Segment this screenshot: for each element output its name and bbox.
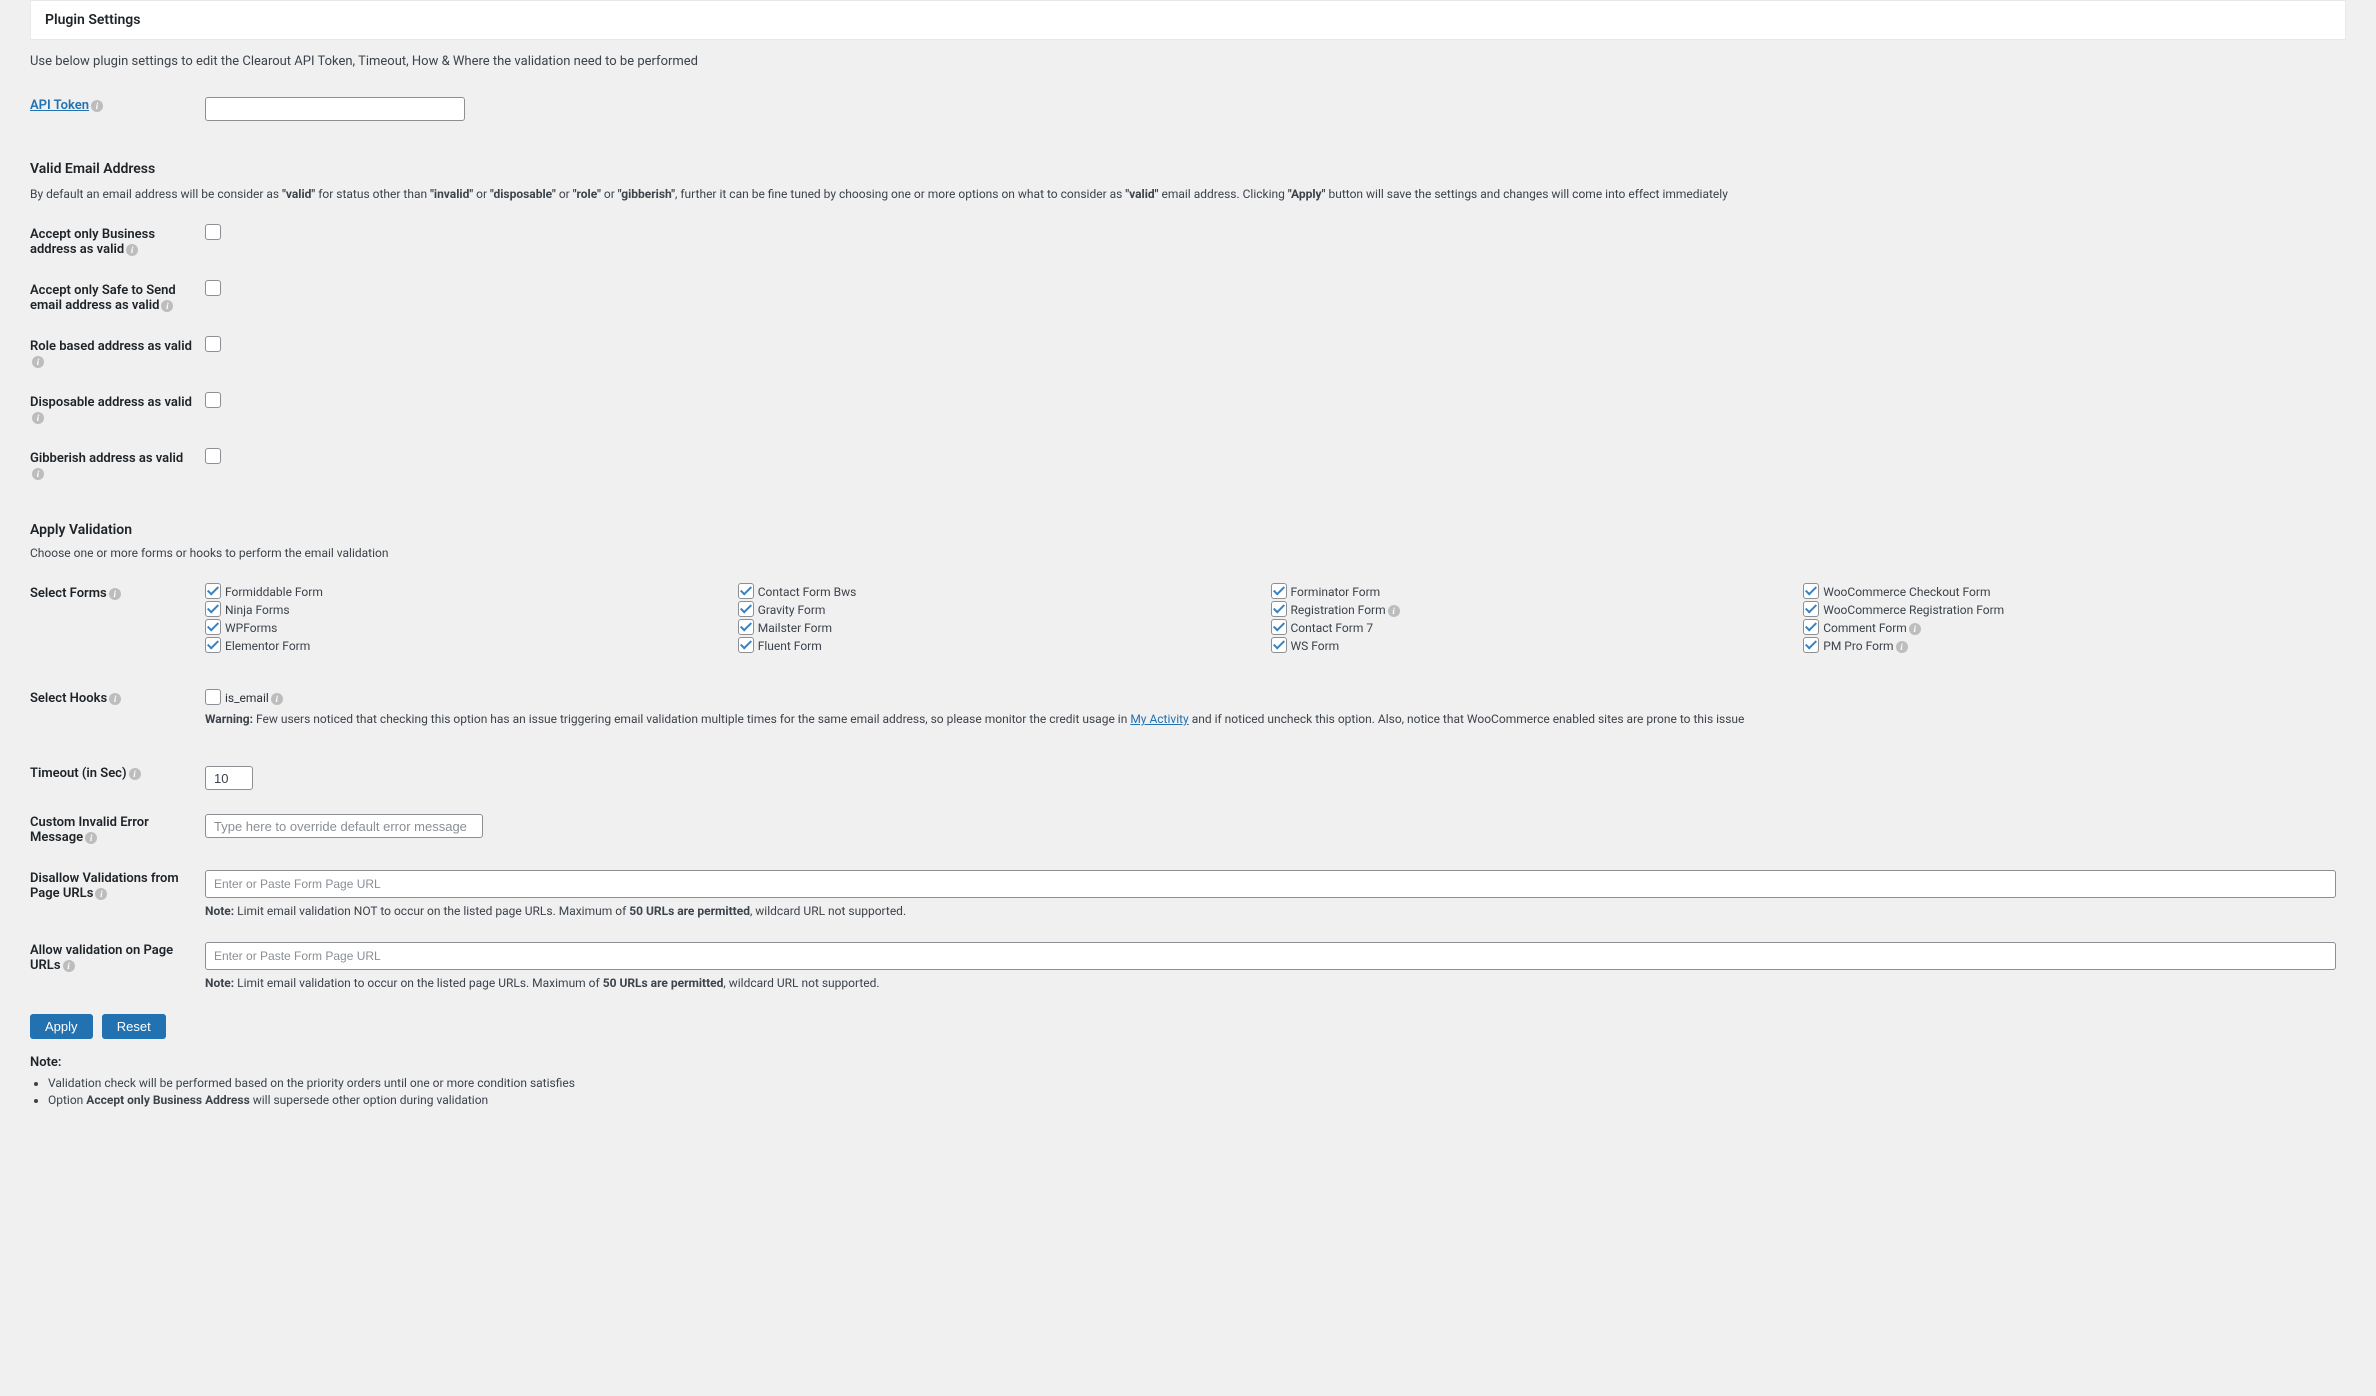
safe-checkbox[interactable] bbox=[205, 280, 221, 296]
form-item[interactable]: Registration Formi bbox=[1271, 603, 1804, 617]
form-item[interactable]: Formiddable Form bbox=[205, 585, 738, 599]
form-checkbox[interactable] bbox=[205, 583, 221, 599]
forms-grid: Formiddable Form Ninja Forms WPForms Ele… bbox=[205, 585, 2336, 657]
info-icon[interactable]: i bbox=[85, 832, 97, 844]
gibberish-label: Gibberish address as valid bbox=[30, 451, 183, 466]
info-icon[interactable]: i bbox=[126, 244, 138, 256]
form-item[interactable]: WooCommerce Checkout Form bbox=[1803, 585, 2336, 599]
error-msg-input[interactable] bbox=[205, 814, 483, 838]
role-checkbox[interactable] bbox=[205, 336, 221, 352]
form-checkbox[interactable] bbox=[205, 601, 221, 617]
disposable-label: Disposable address as valid bbox=[30, 395, 192, 410]
form-item[interactable]: WooCommerce Registration Form bbox=[1803, 603, 2336, 617]
form-checkbox[interactable] bbox=[1271, 637, 1287, 653]
gibberish-checkbox[interactable] bbox=[205, 448, 221, 464]
form-item[interactable]: WS Form bbox=[1271, 639, 1804, 653]
form-item[interactable]: Forminator Form bbox=[1271, 585, 1804, 599]
form-item[interactable]: Gravity Form bbox=[738, 603, 1271, 617]
settings-header: Plugin Settings bbox=[30, 0, 2346, 40]
info-icon[interactable]: i bbox=[32, 356, 44, 368]
timeout-label: Timeout (in Sec) bbox=[30, 766, 127, 781]
business-checkbox[interactable] bbox=[205, 224, 221, 240]
info-icon[interactable]: i bbox=[63, 960, 75, 972]
form-item[interactable]: Elementor Form bbox=[205, 639, 738, 653]
api-token-link[interactable]: API Token bbox=[30, 98, 89, 113]
form-checkbox[interactable] bbox=[738, 637, 754, 653]
form-item[interactable]: Ninja Forms bbox=[205, 603, 738, 617]
info-icon[interactable]: i bbox=[91, 100, 103, 112]
info-icon[interactable]: i bbox=[32, 412, 44, 424]
select-forms-label: Select Forms bbox=[30, 586, 107, 601]
api-token-input[interactable] bbox=[205, 97, 465, 121]
page-title: Plugin Settings bbox=[45, 12, 2331, 28]
form-checkbox[interactable] bbox=[1271, 601, 1287, 617]
form-checkbox[interactable] bbox=[738, 619, 754, 635]
form-checkbox[interactable] bbox=[1271, 619, 1287, 635]
role-label: Role based address as valid bbox=[30, 339, 192, 354]
allow-input[interactable] bbox=[205, 942, 2336, 970]
my-activity-link[interactable]: My Activity bbox=[1130, 712, 1188, 726]
bottom-note-heading: Note: bbox=[30, 1055, 2346, 1070]
form-item[interactable]: PM Pro Formi bbox=[1803, 639, 2336, 653]
allow-label: Allow validation on Page URLs bbox=[30, 943, 173, 973]
form-item[interactable]: WPForms bbox=[205, 621, 738, 635]
info-icon[interactable]: i bbox=[129, 768, 141, 780]
form-item[interactable]: Contact Form 7 bbox=[1271, 621, 1804, 635]
info-icon[interactable]: i bbox=[1388, 605, 1400, 617]
timeout-input[interactable] bbox=[205, 766, 253, 790]
apply-validation-heading: Apply Validation bbox=[30, 522, 2336, 538]
reset-button[interactable]: Reset bbox=[102, 1014, 166, 1039]
disallow-note: Note: Limit email validation NOT to occu… bbox=[205, 904, 2336, 918]
safe-label: Accept only Safe to Send email address a… bbox=[30, 283, 176, 313]
bottom-note-list: Validation check will be performed based… bbox=[30, 1076, 2346, 1107]
info-icon[interactable]: i bbox=[109, 693, 121, 705]
is-email-item[interactable]: is_emaili bbox=[205, 691, 283, 705]
valid-email-desc: By default an email address will be cons… bbox=[30, 187, 2336, 201]
form-item[interactable]: Mailster Form bbox=[738, 621, 1271, 635]
info-icon[interactable]: i bbox=[161, 300, 173, 312]
info-icon[interactable]: i bbox=[95, 888, 107, 900]
valid-email-heading: Valid Email Address bbox=[30, 161, 2336, 177]
note-item: Validation check will be performed based… bbox=[48, 1076, 2346, 1090]
form-checkbox[interactable] bbox=[205, 637, 221, 653]
form-checkbox[interactable] bbox=[205, 619, 221, 635]
form-item[interactable]: Contact Form Bws bbox=[738, 585, 1271, 599]
info-icon[interactable]: i bbox=[1896, 641, 1908, 653]
allow-note: Note: Limit email validation to occur on… bbox=[205, 976, 2336, 990]
form-checkbox[interactable] bbox=[1803, 619, 1819, 635]
info-icon[interactable]: i bbox=[32, 468, 44, 480]
form-checkbox[interactable] bbox=[1271, 583, 1287, 599]
form-item[interactable]: Fluent Form bbox=[738, 639, 1271, 653]
info-icon[interactable]: i bbox=[271, 693, 283, 705]
form-checkbox[interactable] bbox=[1803, 601, 1819, 617]
form-checkbox[interactable] bbox=[738, 601, 754, 617]
form-item[interactable]: Comment Formi bbox=[1803, 621, 2336, 635]
info-icon[interactable]: i bbox=[1909, 623, 1921, 635]
disallow-input[interactable] bbox=[205, 870, 2336, 898]
apply-validation-sub: Choose one or more forms or hooks to per… bbox=[30, 546, 2336, 560]
info-icon[interactable]: i bbox=[109, 588, 121, 600]
form-checkbox[interactable] bbox=[1803, 583, 1819, 599]
form-checkbox[interactable] bbox=[1803, 637, 1819, 653]
intro-text: Use below plugin settings to edit the Cl… bbox=[30, 54, 2346, 69]
hooks-warning: Warning: Few users noticed that checking… bbox=[205, 712, 2336, 726]
select-hooks-label: Select Hooks bbox=[30, 691, 107, 706]
is-email-checkbox[interactable] bbox=[205, 689, 221, 705]
note-item: Option Accept only Business Address will… bbox=[48, 1093, 2346, 1107]
apply-button[interactable]: Apply bbox=[30, 1014, 93, 1039]
form-checkbox[interactable] bbox=[738, 583, 754, 599]
disposable-checkbox[interactable] bbox=[205, 392, 221, 408]
